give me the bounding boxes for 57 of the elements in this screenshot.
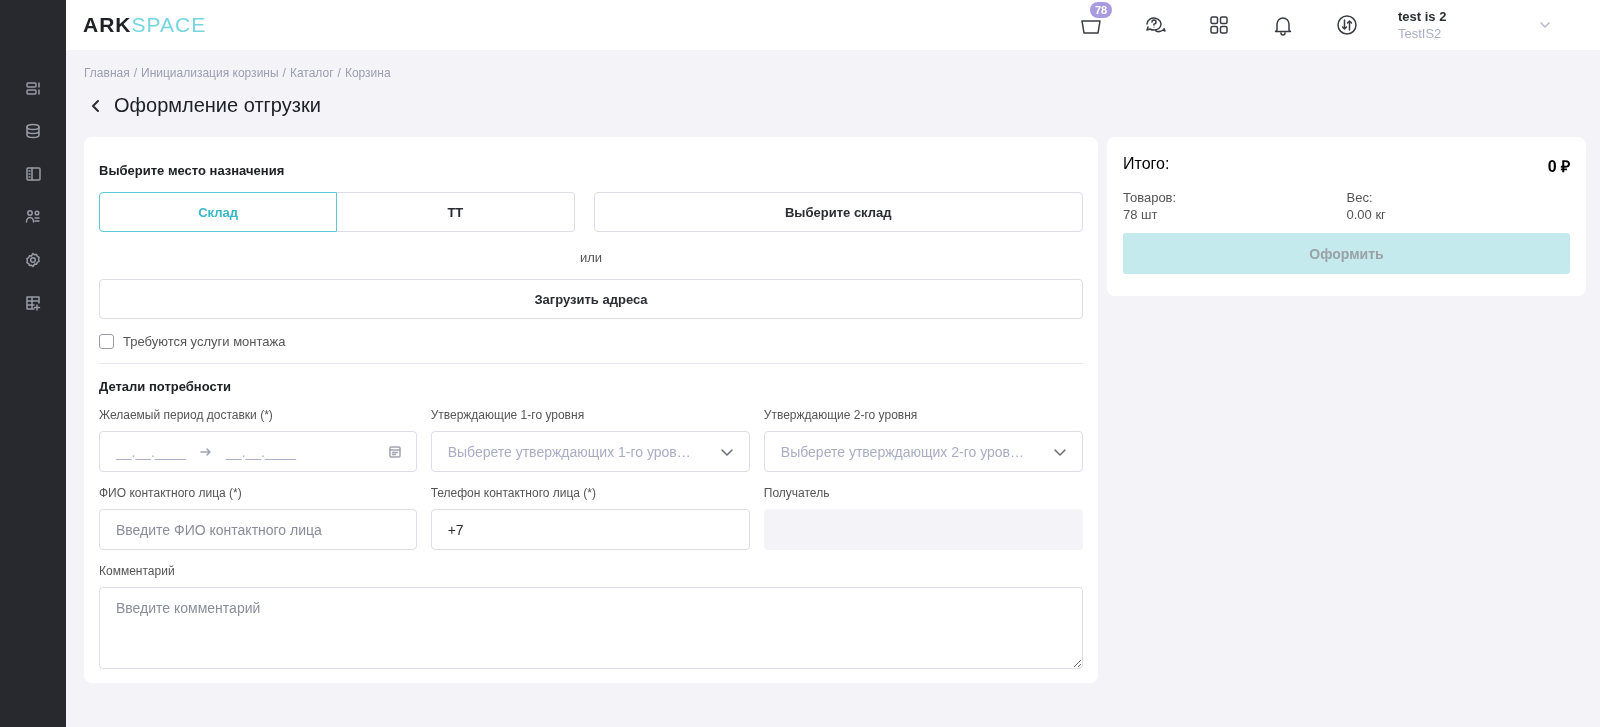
breadcrumb-link[interactable]: Инициализация корзины bbox=[141, 66, 279, 80]
exchange-arrows-icon[interactable] bbox=[1336, 14, 1358, 36]
checkbox-label: Требуются услуги монтажа bbox=[123, 334, 286, 349]
field-label: Получатель bbox=[763, 486, 831, 500]
select-field[interactable]: Выберете утверждающих 1-го уров… bbox=[430, 431, 750, 472]
weight-label: Вес: bbox=[1346, 189, 1374, 206]
panel-icon[interactable] bbox=[25, 166, 41, 182]
select-warehouse-button[interactable]: Выберите склад bbox=[593, 192, 1083, 232]
weight-value: 0.00 кг bbox=[1346, 206, 1387, 223]
upload-addresses-button[interactable]: Загрузить адреса bbox=[99, 279, 1083, 319]
date-from: __.__.____ bbox=[116, 443, 187, 460]
breadcrumb-separator: / bbox=[282, 66, 286, 80]
input-field[interactable]: Введите ФИО контактного лица bbox=[99, 509, 417, 550]
date-range-field[interactable]: __.__.____ __.__.____ bbox=[99, 431, 417, 472]
select-placeholder: Выберете утверждающих 2-го уров… bbox=[780, 443, 1024, 460]
table-add-icon[interactable] bbox=[25, 295, 41, 311]
list-icon[interactable] bbox=[25, 80, 41, 96]
field-label: Телефон контактного лица (*) bbox=[430, 486, 597, 500]
page-title: Оформление отгрузки bbox=[114, 94, 321, 117]
users-icon[interactable] bbox=[25, 209, 41, 225]
user-name: test is 2 bbox=[1398, 8, 1448, 25]
database-icon[interactable] bbox=[25, 123, 41, 139]
section-heading: Выберите место назначения bbox=[99, 163, 286, 178]
field-label: ФИО контактного лица (*) bbox=[99, 486, 243, 500]
destination-tab[interactable]: Склад bbox=[99, 192, 338, 232]
destination-tab[interactable]: ТТ bbox=[337, 192, 575, 232]
settings-icon[interactable] bbox=[25, 252, 41, 268]
select-field[interactable]: Выберете утверждающих 2-го уров… bbox=[763, 431, 1083, 472]
field-label: Желаемый период доставки (*) bbox=[99, 408, 274, 422]
date-to: __.__.____ bbox=[226, 443, 297, 460]
bell-icon[interactable] bbox=[1272, 14, 1294, 36]
or-label: или bbox=[578, 250, 604, 265]
checkbox[interactable] bbox=[99, 334, 114, 349]
breadcrumb-link[interactable]: Корзина bbox=[344, 66, 391, 80]
logo-text: SPACE bbox=[131, 13, 207, 37]
arrow-right-icon bbox=[200, 445, 213, 458]
comment-field[interactable]: Введите комментарий bbox=[99, 587, 1083, 669]
section-heading: Детали потребности bbox=[99, 379, 232, 394]
calendar-icon bbox=[387, 444, 402, 459]
apps-grid-icon[interactable] bbox=[1208, 14, 1230, 36]
breadcrumb-separator: / bbox=[133, 66, 138, 80]
logo-text: ARK bbox=[83, 13, 132, 37]
items-value: 78 шт bbox=[1123, 206, 1159, 223]
logo[interactable]: ARKSPACE bbox=[83, 13, 207, 37]
user-org: TestIS2 bbox=[1398, 25, 1443, 42]
field-label: Комментарий bbox=[99, 564, 176, 578]
summary-total: 0 ₽ bbox=[1547, 157, 1570, 177]
breadcrumb-separator: / bbox=[337, 66, 341, 80]
cart-count-badge: 78 bbox=[1090, 2, 1113, 18]
breadcrumb-link[interactable]: Главная bbox=[84, 66, 130, 80]
field-label: Утверждающие 2-го уровня bbox=[763, 408, 919, 422]
items-label: Товаров: bbox=[1123, 189, 1178, 206]
summary-title: Итого: bbox=[1123, 155, 1170, 174]
input-field[interactable]: +7 bbox=[430, 509, 750, 550]
select-placeholder: Выберете утверждающих 1-го уров… bbox=[447, 443, 691, 460]
breadcrumb-link[interactable]: Каталог bbox=[289, 66, 334, 80]
field-label: Утверждающие 1-го уровня bbox=[430, 408, 586, 422]
